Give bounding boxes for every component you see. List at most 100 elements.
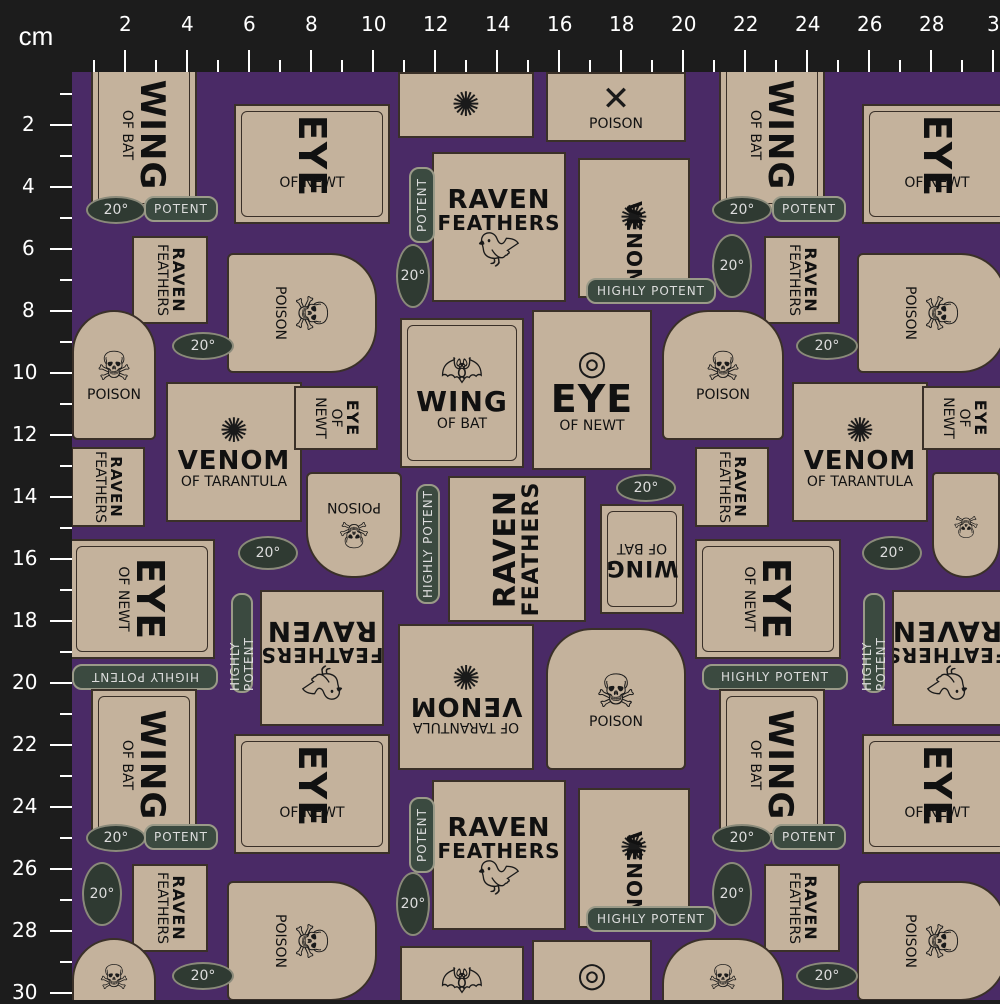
badge-20-degrees-14: 20° (712, 862, 752, 926)
label-subtext: POISON (87, 387, 141, 403)
ruler-tick (434, 50, 436, 72)
label-subtext: OF NEWT (312, 397, 344, 439)
ruler-tick (93, 60, 95, 72)
ruler-tick (806, 50, 808, 72)
label-subtext: POISON (696, 387, 750, 403)
ruler-tick (279, 60, 281, 72)
badge-highly-potent-7: HIGHLY POTENT (586, 906, 716, 932)
label-subtext: FEATHERS (154, 244, 170, 316)
badge-text: 20° (814, 338, 840, 354)
raven-icon: 🐦︎ (925, 662, 969, 702)
badge-text: HIGHLY POTENT (596, 284, 706, 298)
label-text: RAVEN (169, 875, 188, 941)
label-subtext: OF BAT (747, 739, 763, 791)
label-eye-of-newt-6: EYE OF NEWT (234, 734, 390, 854)
ruler-tick (60, 341, 72, 343)
badge-highly-potent-4: HIGHLY POTENT (72, 664, 218, 690)
label-wing-of-bat: WING OF BAT (91, 72, 197, 211)
ruler-tick (50, 496, 72, 498)
skull-crossbones-icon: ☠ (595, 664, 637, 718)
ruler-left: 2 4 6 8 10 12 14 16 18 20 22 24 26 28 30 (0, 72, 72, 1004)
label-text: VENOM (409, 691, 523, 721)
label-text: RAVEN (169, 247, 188, 313)
crossbones-icon: ✕ (601, 79, 631, 119)
label-raven-feathers-2: RAVEN FEATHERS (448, 476, 586, 622)
ruler-left-label: 26 (12, 856, 38, 880)
badge-text: 20° (400, 896, 426, 912)
badge-20-degrees-2: 20° (712, 196, 772, 224)
ruler-tick (60, 403, 72, 405)
badge-text: 20° (814, 968, 840, 984)
fabric-pattern: WING OF BAT EYE OF NEWT ✺ ✕ POISON WING … (72, 72, 1000, 1000)
label-eye-of-newt-4: EYE OF NEWT (72, 539, 215, 659)
ruler-left-label: 24 (12, 794, 38, 818)
badge-text: POTENT (782, 830, 836, 844)
label-eye-of-newt: EYE OF NEWT (234, 104, 390, 224)
label-subtext: FEATHERS (786, 244, 802, 316)
badge-text: 20° (633, 480, 659, 496)
ruler-tick (372, 50, 374, 72)
ruler-top-label: 6 (243, 12, 256, 36)
label-raven-feathers-small-2: RAVEN FEATHERS (764, 236, 840, 324)
badge-text: 20° (729, 202, 755, 218)
badge-text: 20° (719, 258, 745, 274)
label-eye-bottom: ◎ (532, 940, 652, 1000)
ruler-left-label: 6 (22, 236, 35, 260)
label-text: RAVEN (801, 247, 820, 313)
badge-20-degrees-5: 20° (172, 332, 234, 360)
ruler-tick (248, 50, 250, 72)
spider-icon: ✺ (219, 411, 249, 451)
badge-text: 20° (190, 968, 216, 984)
ruler-tick (50, 124, 72, 126)
label-subtext: POISON (902, 286, 918, 340)
bat-icon: 🦇︎ (440, 961, 484, 1000)
label-text: RAVEN (801, 875, 820, 941)
label-subtext: OF BAT (747, 109, 763, 161)
ruler-tick (60, 155, 72, 157)
label-subtext: OF NEWT (904, 805, 970, 821)
ruler-top-label: 3 (987, 12, 1000, 36)
label-subtext: FEATHERS (154, 872, 170, 944)
ruler-tick (558, 50, 560, 72)
badge-20-degrees-16: 20° (796, 962, 858, 990)
label-raven-feathers-5: RAVEN FEATHERS 🐦︎ (432, 780, 566, 930)
badge-text: HIGHLY POTENT (228, 637, 256, 691)
badge-potent-4: POTENT (409, 797, 435, 873)
badge-potent-6: POTENT (772, 824, 846, 850)
badge-20-degrees-6: 20° (796, 332, 858, 360)
badge-text: HIGHLY POTENT (596, 912, 706, 926)
ruler-tick (341, 60, 343, 72)
label-text: WING (132, 79, 172, 191)
label-subtext: OF NEWT (904, 175, 970, 191)
spiderweb-icon: ◎ (577, 343, 607, 383)
ruler-tick (403, 60, 405, 72)
label-text: WING (760, 709, 800, 821)
label-poison-skull-11: ☠ (662, 938, 784, 1000)
badge-text: 20° (879, 545, 905, 561)
raven-icon: 🐦︎ (477, 858, 521, 898)
badge-text: POTENT (154, 830, 208, 844)
label-poison-skull-5: ☠ POISON (306, 472, 402, 578)
ruler-tick (50, 248, 72, 250)
label-text: VENOM (803, 446, 917, 476)
label-text: RAVEN (731, 456, 750, 518)
ruler-tick (60, 589, 72, 591)
skull-crossbones-icon: ☠ (915, 921, 966, 961)
label-subtext: OF BAT (436, 416, 488, 432)
label-wing-of-bat-2: WING OF BAT (719, 72, 825, 211)
label-venom: ✺ VENOM (578, 158, 690, 298)
label-poison-skull-7: ☠ POISON (546, 628, 686, 770)
ruler-top-label: 26 (857, 12, 883, 36)
ruler-tick (496, 50, 498, 72)
label-subtext: FEATHERS (892, 643, 1000, 667)
ruler-left-label: 10 (12, 360, 38, 384)
ruler-tick (651, 60, 653, 72)
ruler-left-label: 22 (12, 732, 38, 756)
ruler-tick (682, 50, 684, 72)
label-wing-of-bat-6: WING OF BAT (719, 689, 825, 841)
ruler-top: 2 4 6 8 10 12 14 16 18 20 22 24 26 28 3 (72, 0, 1000, 72)
label-raven-feathers: RAVEN FEATHERS 🐦︎ (432, 152, 566, 302)
ruler-tick (50, 868, 72, 870)
ruler-top-label: 14 (485, 12, 511, 36)
label-subtext: FEATHERS (519, 481, 544, 617)
